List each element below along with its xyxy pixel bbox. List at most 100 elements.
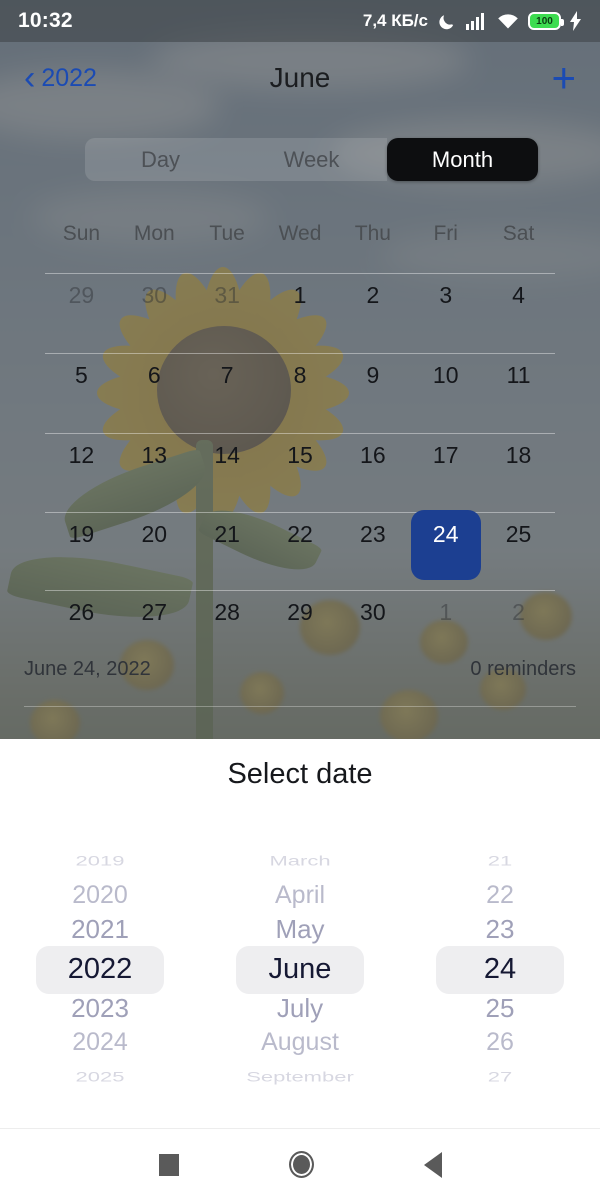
day-cell[interactable]: 14 (190, 432, 264, 512)
month-option[interactable]: July (277, 992, 323, 1026)
day-cell[interactable]: 3 (409, 274, 482, 353)
tab-month[interactable]: Month (387, 138, 538, 181)
day-cell[interactable]: 28 (191, 591, 264, 645)
day-cell[interactable]: 4 (482, 274, 555, 353)
day-cell[interactable]: 22 (263, 511, 337, 591)
day-number: 11 (506, 362, 531, 389)
day-cell[interactable]: 6 (117, 353, 191, 432)
weekday-tue: Tue (209, 222, 245, 245)
day-option[interactable]: 23 (486, 912, 515, 946)
day-number: 28 (214, 599, 240, 625)
page-title: June (269, 62, 331, 93)
weekday-mon: Mon (133, 222, 175, 245)
month-option[interactable]: March (269, 850, 330, 871)
tab-day[interactable]: Day (85, 138, 236, 181)
year-option[interactable]: 2020 (72, 878, 128, 912)
day-cell[interactable]: 5 (45, 353, 118, 432)
sheet-title: Select date (227, 758, 373, 790)
year-option[interactable]: 2023 (71, 992, 129, 1026)
year-picker[interactable]: 2019 2020 2021 2022 2023 2024 2025 (0, 844, 200, 1094)
day-option[interactable]: 26 (486, 1026, 514, 1060)
day-cell[interactable]: 9 (336, 353, 410, 432)
day-cell[interactable]: 2 (482, 591, 555, 645)
weekday-fri: Fri (433, 222, 458, 245)
day-cell[interactable]: 26 (45, 591, 118, 645)
month-option[interactable]: August (261, 1026, 339, 1060)
day-cell[interactable]: 15 (263, 432, 337, 512)
view-mode-segmented-control: Day Week Month (85, 138, 538, 181)
day-cell[interactable]: 31 (191, 274, 264, 353)
day-number: 20 (141, 520, 168, 547)
weekday-thu: Thu (354, 222, 391, 245)
signal-icon (466, 13, 484, 30)
month-picker[interactable]: March April May June July August Septemb… (200, 844, 400, 1094)
day-cell[interactable]: 11 (482, 353, 555, 432)
home-circle-icon[interactable] (288, 1151, 314, 1178)
year-option[interactable]: 2021 (71, 912, 129, 946)
day-cell[interactable]: 10 (409, 353, 483, 432)
recents-square-icon[interactable] (158, 1153, 179, 1176)
day-cell[interactable]: 29 (45, 274, 118, 353)
day-number: 14 (214, 441, 240, 468)
day-number: 25 (505, 520, 532, 547)
day-number: 5 (75, 362, 88, 389)
day-number: 3 (439, 282, 453, 308)
calendar-footer: June 24, 2022 0 reminders (24, 658, 576, 681)
month-option-selected[interactable]: June (269, 946, 332, 991)
day-cell[interactable]: 1 (264, 274, 337, 353)
day-option[interactable]: 25 (486, 992, 515, 1026)
weekday-sun: Sun (62, 222, 101, 245)
month-option[interactable]: May (275, 912, 324, 946)
day-cell[interactable]: 29 (264, 591, 337, 645)
reminder-count-label: 0 reminders (470, 658, 576, 680)
day-option[interactable]: 22 (486, 878, 514, 912)
day-number: 23 (360, 520, 386, 547)
day-cell[interactable]: 13 (117, 432, 191, 512)
day-number: 18 (505, 441, 532, 468)
day-number: 24 (432, 520, 459, 547)
status-time: 10:32 (18, 9, 73, 32)
phone-screen: 10:32 7,4 КБ/с 100 ‹ 2022 June + Day Wee… (0, 0, 600, 1200)
day-number: 15 (287, 441, 313, 468)
day-cell-selected[interactable]: 24 (409, 509, 483, 591)
day-cell[interactable]: 19 (45, 511, 118, 591)
day-number: 27 (141, 599, 168, 625)
year-option[interactable]: 2024 (72, 1026, 128, 1060)
day-cell[interactable]: 27 (118, 591, 191, 645)
day-cell[interactable]: 25 (482, 511, 555, 591)
day-option[interactable]: 21 (488, 850, 512, 871)
day-cell[interactable]: 20 (117, 511, 191, 591)
day-cell[interactable]: 12 (45, 432, 118, 512)
year-option[interactable]: 2025 (76, 1066, 125, 1087)
day-cell[interactable]: 16 (336, 432, 410, 512)
day-cell[interactable]: 7 (190, 353, 264, 432)
add-event-button[interactable]: + (551, 57, 576, 99)
battery-level-text: 100 (536, 15, 553, 27)
day-cell[interactable]: 8 (263, 353, 337, 432)
day-cell[interactable]: 1 (409, 591, 482, 645)
day-picker[interactable]: 21 22 23 24 25 26 27 (400, 844, 600, 1094)
day-number: 2 (512, 599, 525, 625)
day-cell[interactable]: 21 (190, 511, 264, 591)
day-number: 2 (366, 282, 380, 308)
day-number: 29 (68, 282, 95, 308)
month-option[interactable]: September (246, 1066, 354, 1087)
day-cell[interactable]: 18 (482, 432, 555, 512)
day-cell[interactable]: 30 (118, 274, 191, 353)
day-option[interactable]: 27 (488, 1066, 512, 1087)
day-number: 21 (214, 520, 240, 547)
day-cell[interactable]: 2 (336, 274, 409, 353)
day-cell[interactable]: 30 (336, 591, 409, 645)
year-option-selected[interactable]: 2022 (68, 946, 133, 991)
day-number: 17 (432, 441, 459, 468)
tab-week[interactable]: Week (236, 138, 387, 181)
year-option[interactable]: 2019 (76, 850, 125, 871)
day-cell[interactable]: 17 (409, 432, 483, 512)
day-cell[interactable]: 23 (336, 511, 410, 591)
month-option[interactable]: April (275, 878, 325, 912)
back-triangle-icon[interactable] (423, 1151, 442, 1178)
day-option-selected[interactable]: 24 (484, 946, 516, 991)
day-number: 6 (147, 362, 161, 389)
weekday-wed: Wed (278, 222, 322, 245)
charging-bolt-icon (570, 11, 581, 31)
